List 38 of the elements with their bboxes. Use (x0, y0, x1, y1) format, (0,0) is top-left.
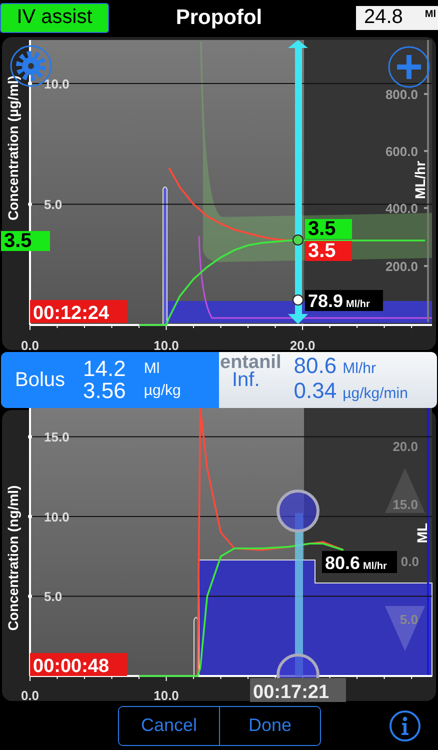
rate-badge: 78.9 Ml/hr (305, 290, 383, 311)
axis-tick-label: 15.0 (392, 497, 418, 512)
elapsed-time: 00:12:24 (30, 300, 127, 324)
mode-button[interactable]: IV assist (0, 2, 109, 32)
bolus-volume: 14.2 (83, 358, 126, 380)
unit-label: µg/kg (144, 381, 181, 401)
axis-title: Concentration (µg/ml) (5, 76, 21, 220)
cursor-time: 00:17:21 (250, 678, 346, 703)
infusion-rate: 80.6 (294, 355, 337, 377)
bolus-label: Bolus (15, 368, 66, 392)
axis-tick-label: 400.0 (385, 201, 418, 216)
rate-badge: 80.6 Ml/hr (322, 551, 397, 573)
done-button[interactable]: Done (219, 706, 320, 744)
infusion-dose: 0.34 (294, 380, 337, 402)
axis-tick-label: 20.0 (290, 338, 316, 352)
unit-label: Ml (144, 359, 161, 379)
axis-tick-label: 800.0 (385, 87, 418, 102)
unit-label: Ml/hr (342, 359, 376, 379)
axis-tick-label: 0.0 (20, 338, 40, 352)
volume-display: 24.8 Ml (356, 6, 438, 30)
elapsed-time: 00:00:48 (30, 653, 127, 677)
bolus-dose: 3.56 (83, 380, 126, 402)
drug-title: Propofol (174, 6, 264, 30)
axis-title: Concentration (ng/ml) (5, 485, 21, 631)
axis-tick-label: 0.0 (400, 554, 419, 569)
target-badge: 3.5 (1, 230, 50, 252)
axis-title: ML (414, 522, 430, 544)
axis-tick-label: 5.0 (400, 612, 418, 627)
plasma-badge: 3.5 (305, 240, 352, 262)
axis-tick-label: 0.0 (20, 688, 40, 703)
axis-tick-label: 10.0 (154, 688, 179, 703)
axis-tick-label: 600.0 (385, 144, 418, 159)
effect-badge: 3.5 (305, 218, 352, 240)
unit-label: µg/kg/min (342, 384, 408, 404)
axis-title: ML/hr (412, 160, 428, 200)
axis-tick-label: 10.0 (154, 338, 179, 352)
axis-tick-label: 200.0 (385, 259, 418, 274)
axis-tick-label: 20.0 (392, 439, 418, 454)
